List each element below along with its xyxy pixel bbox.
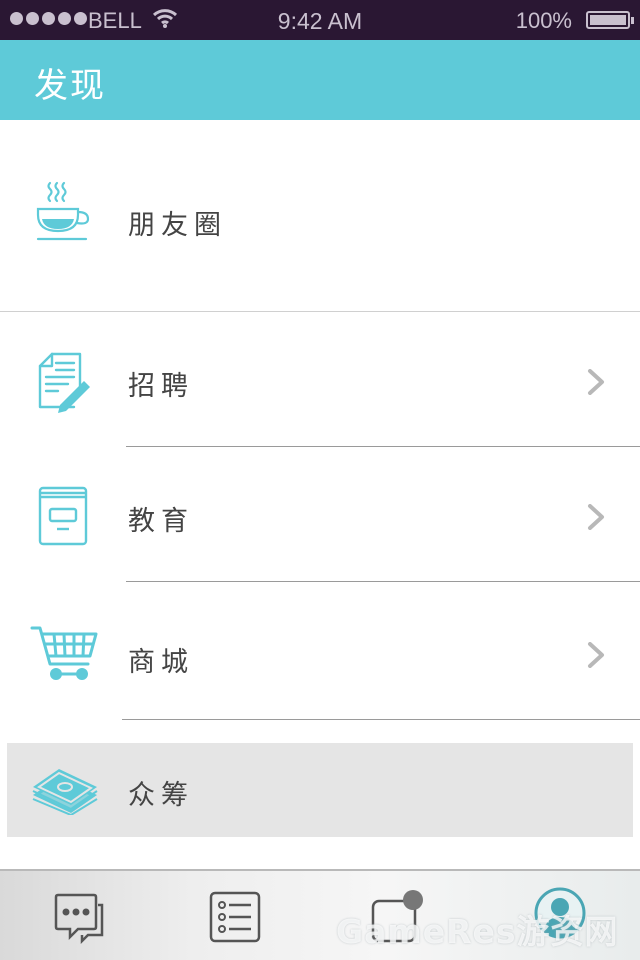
book-icon [30,485,94,551]
watermark-logo: GameRes游资网 [336,912,619,951]
menu-item-label: 教育 [128,506,194,537]
divider [0,311,640,312]
menu-item-mall[interactable]: 商城 [0,582,640,718]
status-bar: BELL 9:42 AM 100% [0,0,640,40]
navigation-bar: 发现 [0,40,640,120]
menu-item-label: 商城 [128,647,194,678]
chat-bubble-icon [50,893,106,949]
menu-item-label: 招聘 [128,371,194,402]
chevron-right-icon [586,369,606,399]
money-stack-icon [31,765,99,819]
shopping-cart-icon [30,624,100,688]
menu-item-jobs[interactable]: 招聘 [0,313,640,446]
battery-icon [586,11,634,29]
battery-percentage: 100% [515,8,572,33]
chevron-right-icon [586,642,606,672]
divider [122,719,640,720]
menu-item-moments[interactable]: 朋友圈 [0,121,640,311]
menu-item-label: 众筹 [128,780,194,811]
tab-list[interactable] [207,889,263,949]
page-title: 发现 [34,66,106,106]
chevron-right-icon [586,504,606,534]
menu-item-education[interactable]: 教育 [0,447,640,581]
menu-item-crowdfunding[interactable]: 众筹 [7,743,633,837]
menu-item-label: 朋友圈 [128,210,227,241]
tab-messages[interactable] [50,889,106,949]
coffee-cup-icon [30,181,94,247]
document-pen-icon [30,351,94,417]
list-icon [207,891,263,949]
